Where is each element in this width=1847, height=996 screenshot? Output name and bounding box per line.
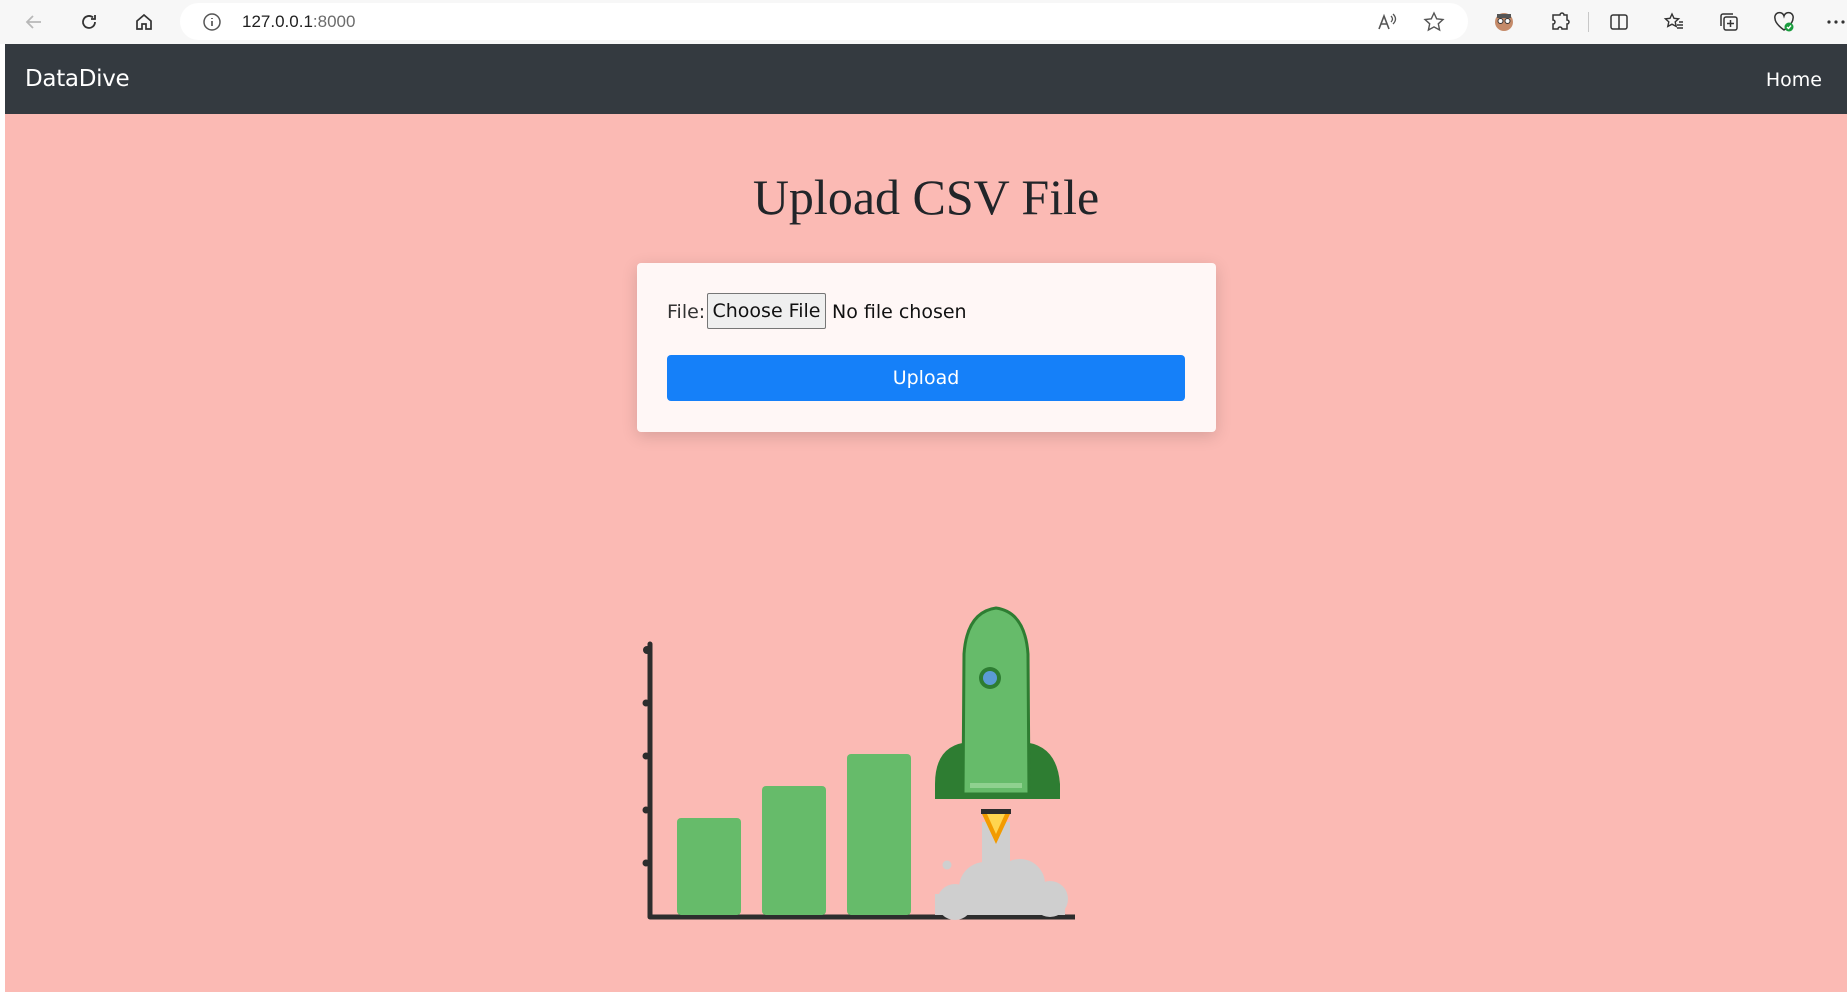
growth-rocket-illustration [642,606,1075,920]
page-content: DataDive Home Upload CSV File File: Choo… [5,44,1847,992]
bar-1 [677,818,741,915]
smoke-cloud [935,822,1068,920]
toolbar-divider [1588,12,1589,32]
read-aloud-icon[interactable] [1376,11,1398,38]
favorites-list-icon[interactable] [1660,8,1688,36]
address-bar[interactable]: 127.0.0.1:8000 [180,3,1468,40]
info-icon[interactable] [202,12,222,37]
refresh-icon[interactable] [75,8,103,36]
profile-extension-icon[interactable] [1490,8,1518,36]
back-icon[interactable] [20,8,48,36]
bar-2 [762,786,826,915]
home-icon[interactable] [130,8,158,36]
more-options-icon[interactable] [1822,8,1847,36]
choose-file-button[interactable]: Choose File [707,293,826,329]
favorite-star-icon[interactable] [1423,11,1445,38]
collections-icon[interactable] [1715,8,1743,36]
file-label: File: [667,301,706,323]
upload-form-card: File: Choose File No file chosen Upload [637,263,1216,432]
rocket [935,606,1060,799]
url-port: :8000 [312,12,356,31]
browser-essentials-icon[interactable] [1770,8,1798,36]
nav-link-home[interactable]: Home [1766,69,1822,91]
brand-logo[interactable]: DataDive [25,66,130,92]
url-text: 127.0.0.1:8000 [242,12,355,32]
file-status-text: No file chosen [832,301,967,323]
browser-toolbar: 127.0.0.1:8000 [0,0,1847,44]
upload-button[interactable]: Upload [667,355,1185,401]
split-screen-icon[interactable] [1605,8,1633,36]
page-title: Upload CSV File [752,169,1100,225]
bar-3 [847,754,911,915]
url-host: 127.0.0.1 [242,12,313,31]
top-navbar: DataDive Home [5,44,1847,114]
extensions-icon[interactable] [1546,8,1574,36]
